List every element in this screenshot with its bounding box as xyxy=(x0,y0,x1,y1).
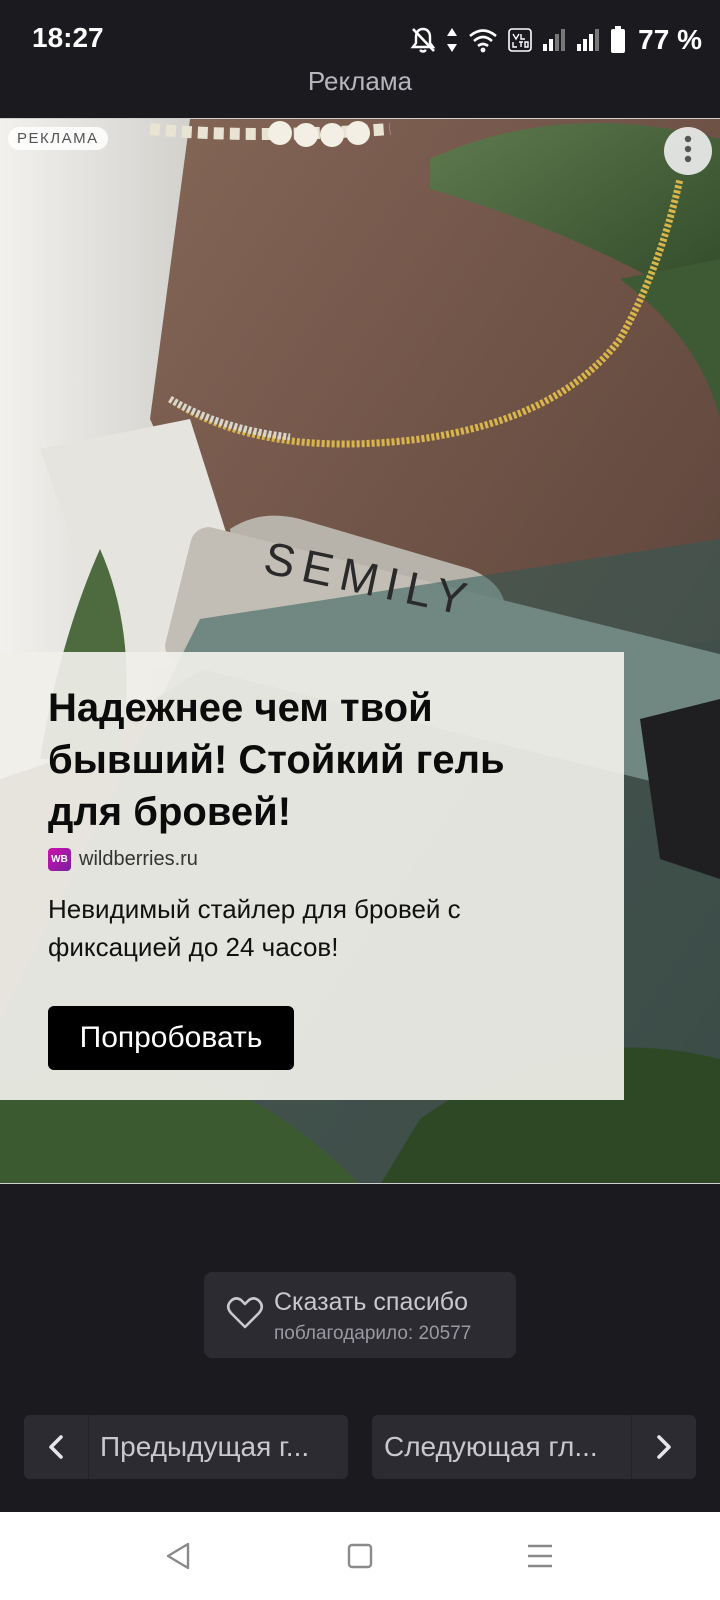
ad-banner[interactable]: SEMILY РЕКЛАМА Надежнее чем твой бывший!… xyxy=(0,118,720,1184)
battery-icon xyxy=(610,26,626,54)
thanks-label: Сказать спасибо xyxy=(274,1288,469,1316)
ad-cta-button[interactable]: Попробовать xyxy=(48,1006,294,1070)
page-title: Реклама xyxy=(307,66,413,96)
wildberries-logo: WB xyxy=(48,848,71,871)
status-time: 18:27 xyxy=(32,22,104,53)
data-arrows-icon xyxy=(446,27,458,53)
status-icons: 77 % xyxy=(410,22,702,58)
chevron-right-icon xyxy=(631,1415,696,1479)
back-button[interactable] xyxy=(160,1540,196,1576)
battery-percent: 77 % xyxy=(638,24,702,55)
recent-apps-button[interactable] xyxy=(522,1540,558,1576)
previous-chapter-label: Предыдущая г... xyxy=(100,1431,310,1462)
previous-chapter-button[interactable]: Предыдущая г... xyxy=(24,1415,348,1479)
home-icon xyxy=(347,1543,373,1574)
chevron-left-icon xyxy=(24,1415,89,1479)
say-thanks-button[interactable]: Сказать спасибо поблагодарило: 20577 xyxy=(204,1272,516,1358)
back-icon xyxy=(164,1541,192,1576)
ad-description: Невидимый стайлер для бровей с фиксацией… xyxy=(48,894,461,962)
notifications-off-icon xyxy=(410,26,436,54)
ad-menu-button[interactable] xyxy=(664,127,712,175)
ad-label: РЕКЛАМА xyxy=(8,127,108,150)
volte-icon xyxy=(508,28,532,52)
next-chapter-label: Следующая гл... xyxy=(384,1431,598,1462)
ad-card[interactable]: Надежнее чем твой бывший! Стойкий гель д… xyxy=(0,652,624,1100)
ad-headline[interactable]: Надежнее чем твой бывший! Стойкий гель д… xyxy=(48,682,588,838)
menu-icon xyxy=(526,1543,554,1574)
home-button[interactable] xyxy=(342,1540,378,1576)
system-navigation-bar xyxy=(0,1512,720,1600)
thanks-count: поблагодарило: 20577 xyxy=(274,1323,472,1344)
next-chapter-button[interactable]: Следующая гл... xyxy=(372,1415,696,1479)
heart-icon xyxy=(226,1296,264,1335)
ad-domain: wildberries.ru xyxy=(79,848,198,870)
wifi-icon xyxy=(468,27,498,53)
more-vertical-icon xyxy=(684,135,692,168)
signal-1-icon xyxy=(542,28,566,52)
ad-source[interactable]: WB wildberries.ru xyxy=(48,848,198,871)
signal-2-icon xyxy=(576,28,600,52)
